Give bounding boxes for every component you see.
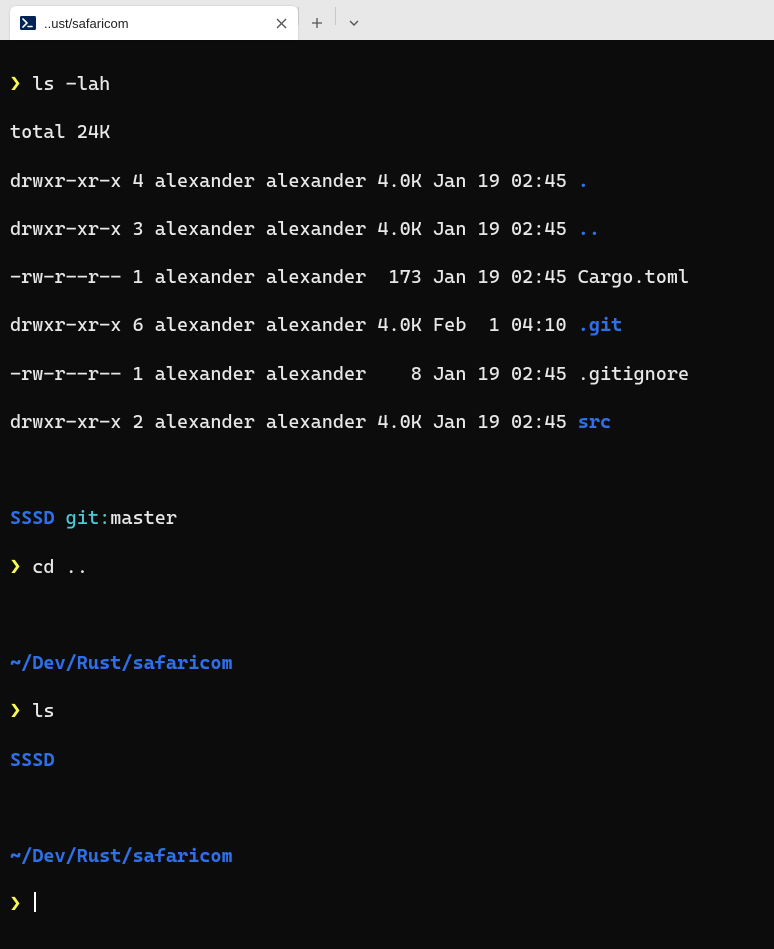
prompt-line-current: ❯	[10, 892, 764, 916]
prompt-symbol: ❯	[10, 556, 21, 578]
dir-src: src	[578, 411, 611, 433]
cursor	[34, 892, 36, 912]
titlebar: ..ust/safaricom	[0, 0, 774, 40]
tab-title: ..ust/safaricom	[44, 16, 264, 31]
ls-row: -rw-r--r-- 1 alexander alexander 8 Jan 1…	[10, 362, 764, 386]
ls-row: drwxr-xr-x 3 alexander alexander 4.0K Ja…	[10, 217, 764, 241]
prompt-symbol: ❯	[10, 73, 21, 95]
ps1-path: ~/Dev/Rust/safaricom	[10, 844, 764, 868]
new-tab-button[interactable]	[299, 6, 335, 40]
prompt-symbol: ❯	[10, 893, 21, 915]
prompt-line-3: ❯ ls	[10, 699, 764, 723]
blank-line	[10, 796, 764, 820]
prompt-line-2: ❯ cd ..	[10, 555, 764, 579]
prompt-symbol: ❯	[10, 700, 21, 722]
ls-row: -rw-r--r-- 1 alexander alexander 173 Jan…	[10, 265, 764, 289]
tab-active[interactable]: ..ust/safaricom	[10, 6, 298, 40]
dir-dot: .	[578, 170, 589, 192]
blank-line	[10, 603, 764, 627]
ps1-line: SSSD git:master	[10, 506, 764, 530]
ls-row: drwxr-xr-x 4 alexander alexander 4.0K Ja…	[10, 169, 764, 193]
dir-git: .git	[578, 314, 623, 336]
ps1-path: ~/Dev/Rust/safaricom	[10, 651, 764, 675]
ls-row: drwxr-xr-x 2 alexander alexander 4.0K Ja…	[10, 410, 764, 434]
ps1-dir: SSSD	[10, 507, 55, 529]
powershell-icon	[20, 15, 36, 31]
command-text: ls	[32, 700, 54, 722]
dir-dotdot: ..	[578, 218, 600, 240]
command-text: ls -lah	[32, 73, 110, 95]
tab-dropdown-button[interactable]	[336, 6, 372, 40]
ls-output-dir: SSSD	[10, 748, 764, 772]
blank-line	[10, 458, 764, 482]
prompt-line-1: ❯ ls -lah	[10, 72, 764, 96]
command-text: cd ..	[32, 556, 88, 578]
terminal-output[interactable]: ❯ ls -lah total 24K drwxr-xr-x 4 alexand…	[0, 40, 774, 949]
close-icon[interactable]	[272, 14, 290, 32]
ls-total: total 24K	[10, 120, 764, 144]
ps1-git: git:	[66, 507, 111, 529]
ps1-branch: master	[110, 507, 177, 529]
ls-row: drwxr-xr-x 6 alexander alexander 4.0K Fe…	[10, 313, 764, 337]
